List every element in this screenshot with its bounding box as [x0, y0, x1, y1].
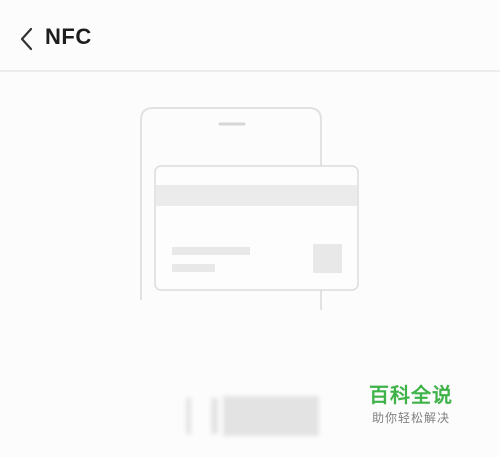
watermark-subtitle: 助你轻松解决: [371, 411, 450, 425]
blurred-bar-2: [211, 398, 218, 434]
card-chip: [313, 244, 342, 273]
watermark: 百科全说 助你轻松解决: [364, 383, 458, 426]
nfc-illustration: [140, 107, 359, 310]
card-text-line-2: [172, 264, 215, 272]
watermark-title: 百科全说: [369, 383, 453, 407]
card-text-line-1: [172, 247, 250, 255]
card-magnetic-stripe: [156, 185, 357, 206]
blurred-button: [223, 396, 319, 436]
blurred-bar-1: [186, 398, 191, 434]
